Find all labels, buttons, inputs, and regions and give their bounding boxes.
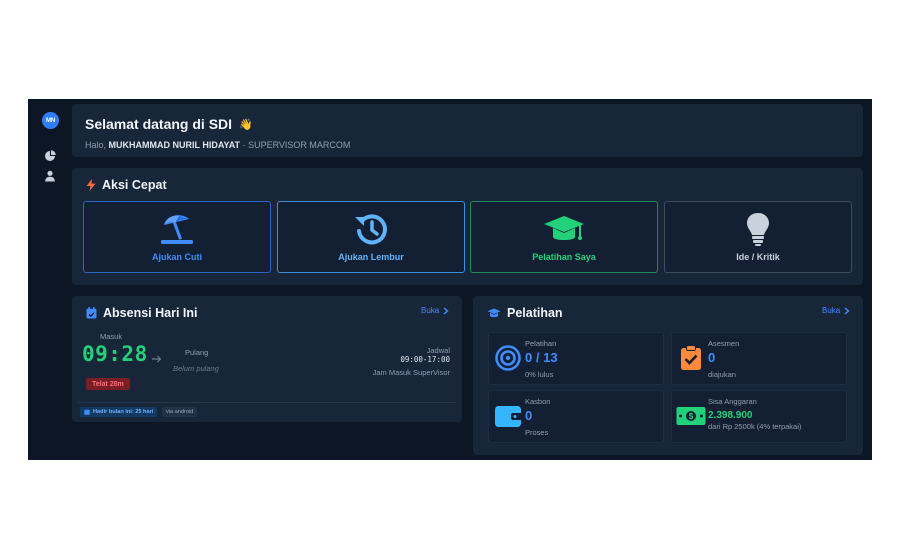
stat-value-main: 0 xyxy=(525,350,533,365)
training-card: Pelatihan Buka Pelatihan 0 / 13 0% lulus xyxy=(473,296,863,455)
welcome-subtitle: Halo, MUKHAMMAD NURIL HIDAYAT · SUPERVIS… xyxy=(85,140,350,150)
ajukan-lembur-label: Ajukan Lembur xyxy=(338,252,404,262)
check-in-label: Masuk xyxy=(100,332,123,341)
graduation-cap-icon xyxy=(544,216,584,240)
greeting-text: Halo, xyxy=(85,140,107,150)
stat-value: 0 / 13 xyxy=(525,350,558,365)
check-out-status: Belum pulang xyxy=(173,364,219,373)
late-badge: Telat 28m xyxy=(86,378,130,390)
schedule-time: 09:00-17:00 xyxy=(400,355,450,364)
schedule-label: Jadwal xyxy=(426,346,450,355)
bolt-icon xyxy=(86,179,96,191)
wave-icon: 👋 xyxy=(239,118,253,131)
quick-actions-header: Aksi Cepat xyxy=(86,178,167,192)
attendance-header: Absensi Hari Ini xyxy=(86,306,197,320)
history-clock-icon xyxy=(355,214,387,245)
present-chip: Hadir bulan ini: 25 hari xyxy=(80,407,158,417)
pelatihan-saya-label: Pelatihan Saya xyxy=(532,252,596,262)
sidebar: MN xyxy=(28,99,72,460)
welcome-title: Selamat datang di SDI xyxy=(85,116,233,132)
stat-label: Sisa Anggaran xyxy=(708,397,757,406)
stat-asesmen[interactable]: Asesmen 0 diajukan xyxy=(671,332,847,385)
stat-value-suffix: / 13 xyxy=(535,350,558,365)
beach-umbrella-icon xyxy=(161,215,193,244)
check-in-time: 09:28 xyxy=(82,342,148,366)
calendar-icon xyxy=(84,409,90,415)
ide-kritik-label: Ide / Kritik xyxy=(736,252,780,262)
via-chip: via android xyxy=(162,407,198,417)
training-title: Pelatihan xyxy=(507,306,563,320)
stat-kasbon[interactable]: Kasbon 0 Proses xyxy=(488,390,664,443)
separator: · xyxy=(242,140,246,150)
money-bill-icon: $ xyxy=(676,407,706,425)
divider xyxy=(78,402,456,403)
stat-note: dari Rp 2500k (4% terpakai) xyxy=(708,422,802,431)
attendance-open-link[interactable]: Buka xyxy=(421,306,449,315)
stat-label: Kasbon xyxy=(525,397,551,406)
chart-pie-icon[interactable] xyxy=(44,150,56,162)
chevron-right-icon xyxy=(443,306,449,315)
stat-pelatihan[interactable]: Pelatihan 0 / 13 0% lulus xyxy=(488,332,664,385)
training-header: Pelatihan xyxy=(487,306,563,320)
arrow-right-icon xyxy=(152,355,162,363)
attendance-title: Absensi Hari Ini xyxy=(103,306,198,320)
training-open-label: Buka xyxy=(822,306,841,315)
training-open-link[interactable]: Buka xyxy=(822,306,850,315)
check-out-label: Pulang xyxy=(185,348,209,357)
stat-label: Asesmen xyxy=(708,339,740,348)
app-window: MN Selamat datang di SDI 👋 Halo, MUKHAMM… xyxy=(28,99,872,460)
schedule-note: Jam Masuk SuperVisor xyxy=(372,368,450,377)
present-chip-text: Hadir bulan ini: 25 hari xyxy=(93,409,154,415)
attendance-open-label: Buka xyxy=(421,306,440,315)
target-icon xyxy=(495,345,521,371)
attendance-body: Masuk 09:28 Pulang Belum pulang Telat 28… xyxy=(78,324,456,420)
stat-note: Proses xyxy=(525,428,549,437)
stat-label: Pelatihan xyxy=(525,339,557,348)
ide-kritik-button[interactable]: Ide / Kritik xyxy=(664,201,852,273)
wallet-icon xyxy=(495,406,522,427)
user-icon[interactable] xyxy=(44,170,56,182)
ajukan-cuti-label: Ajukan Cuti xyxy=(151,252,202,262)
stat-note: 0% lulus xyxy=(525,370,554,379)
user-role: SUPERVISOR MARCOM xyxy=(248,140,351,150)
page-title: Selamat datang di SDI 👋 xyxy=(85,116,253,132)
avatar[interactable]: MN xyxy=(42,112,59,129)
quick-actions-title: Aksi Cepat xyxy=(102,178,167,192)
lightbulb-icon xyxy=(747,213,769,246)
pelatihan-saya-button[interactable]: Pelatihan Saya xyxy=(470,201,658,273)
quick-actions-card: Aksi Cepat Ajukan Cuti Ajukan Lembur Pel… xyxy=(72,168,863,285)
stat-value: 0 xyxy=(708,350,716,365)
attendance-card: Absensi Hari Ini Buka Masuk 09:28 Pulang… xyxy=(72,296,462,422)
stat-value: 2.398.900 xyxy=(708,410,753,421)
stat-value: 0 xyxy=(525,408,533,423)
ajukan-cuti-button[interactable]: Ajukan Cuti xyxy=(83,201,271,273)
clipboard-check-icon xyxy=(681,345,701,370)
welcome-card: Selamat datang di SDI 👋 Halo, MUKHAMMAD … xyxy=(72,104,863,157)
ajukan-lembur-button[interactable]: Ajukan Lembur xyxy=(277,201,465,273)
calendar-check-icon xyxy=(86,307,97,319)
stat-sisa-anggaran[interactable]: $ Sisa Anggaran 2.398.900 dari Rp 2500k … xyxy=(671,390,847,443)
svg-text:$: $ xyxy=(689,412,694,421)
chevron-right-icon xyxy=(844,306,850,315)
stat-note: diajukan xyxy=(708,370,736,379)
graduation-cap-icon xyxy=(487,308,501,317)
user-name: MUKHAMMAD NURIL HIDAYAT xyxy=(108,140,241,150)
